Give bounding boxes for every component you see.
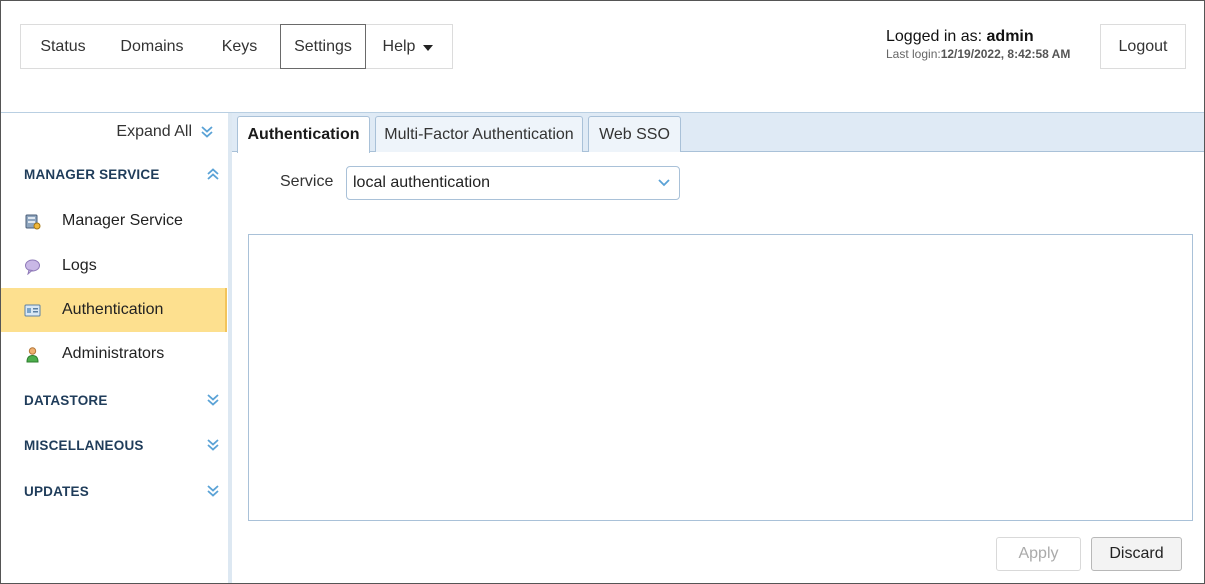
tab-label: Authentication — [247, 126, 360, 143]
discard-label: Discard — [1109, 545, 1164, 562]
nav-help-dropdown[interactable]: Help — [366, 25, 450, 68]
last-login-value: 12/19/2022, 8:42:58 AM — [940, 47, 1071, 61]
last-login-line: Last login:12/19/2022, 8:42:58 AM — [886, 46, 1070, 62]
sidebar-item-administrators[interactable]: Administrators — [1, 332, 227, 376]
tab-multi-factor-authentication[interactable]: Multi-Factor Authentication — [375, 116, 583, 152]
login-info: Logged in as: admin Last login:12/19/202… — [886, 28, 1070, 62]
nav-keys-label: Keys — [221, 37, 258, 55]
tab-web-sso[interactable]: Web SSO — [588, 116, 681, 152]
nav-settings[interactable]: Settings — [280, 24, 366, 69]
section-title: MISCELLANEOUS — [24, 437, 144, 453]
service-settings-panel — [248, 234, 1193, 521]
service-selected-value: local authentication — [353, 174, 490, 191]
nav-keys[interactable]: Keys — [199, 25, 280, 68]
double-chevron-down-icon — [206, 438, 220, 452]
sidebar-item-logs[interactable]: Logs — [1, 244, 227, 288]
sidebar-item-authentication[interactable]: Authentication — [1, 288, 227, 332]
double-chevron-up-icon — [206, 167, 220, 181]
sidebar: Expand All MANAGER SERVICE Manager Servi… — [1, 113, 228, 583]
sidebar-item-label: Manager Service — [62, 212, 183, 229]
sidebar-item-label: Authentication — [62, 301, 164, 318]
id-card-icon — [24, 302, 41, 319]
tab-bar: Authentication Multi-Factor Authenticati… — [232, 113, 1204, 153]
chevron-down-icon — [649, 167, 679, 199]
sidebar-item-label: Administrators — [62, 345, 165, 362]
tab-label: Multi-Factor Authentication — [384, 125, 574, 143]
username: admin — [986, 28, 1034, 45]
expand-all-label: Expand All — [116, 123, 192, 140]
section-title: MANAGER SERVICE — [24, 166, 160, 182]
nav-help-label: Help — [382, 37, 416, 55]
nav-domains-label: Domains — [120, 37, 184, 55]
server-icon — [24, 213, 41, 230]
double-chevron-down-icon — [206, 393, 220, 407]
nav-status[interactable]: Status — [21, 25, 105, 68]
tab-authentication[interactable]: Authentication — [237, 116, 370, 153]
section-title: DATASTORE — [24, 392, 108, 408]
logged-in-line: Logged in as: admin — [886, 28, 1070, 46]
apply-button[interactable]: Apply — [996, 537, 1081, 571]
section-miscellaneous[interactable]: MISCELLANEOUS — [24, 435, 220, 455]
top-nav: Status Domains Keys Settings Help — [20, 24, 453, 69]
section-updates[interactable]: UPDATES — [24, 481, 220, 501]
service-select[interactable]: local authentication — [346, 166, 680, 200]
discard-button[interactable]: Discard — [1091, 537, 1182, 571]
user-icon — [24, 346, 41, 363]
apply-label: Apply — [1018, 545, 1059, 562]
logout-button[interactable]: Logout — [1100, 24, 1186, 69]
expand-all-button[interactable]: Expand All — [116, 123, 214, 141]
double-chevron-down-icon — [200, 125, 214, 139]
section-manager-service[interactable]: MANAGER SERVICE — [24, 164, 220, 184]
nav-domains[interactable]: Domains — [105, 25, 199, 68]
log-bubble-icon — [24, 258, 41, 275]
sidebar-divider — [228, 113, 232, 583]
service-label: Service — [280, 173, 334, 190]
section-datastore[interactable]: DATASTORE — [24, 390, 220, 410]
section-title: UPDATES — [24, 483, 89, 499]
caret-down-icon — [423, 44, 434, 51]
last-login-prefix: Last login: — [886, 47, 941, 61]
double-chevron-down-icon — [206, 484, 220, 498]
sidebar-item-manager-service[interactable]: Manager Service — [1, 199, 227, 243]
nav-status-label: Status — [40, 37, 86, 55]
logged-in-prefix: Logged in as: — [886, 28, 983, 45]
tab-label: Web SSO — [599, 125, 670, 143]
nav-settings-label: Settings — [294, 37, 352, 55]
logout-label: Logout — [1118, 37, 1168, 55]
sidebar-item-label: Logs — [62, 257, 97, 274]
